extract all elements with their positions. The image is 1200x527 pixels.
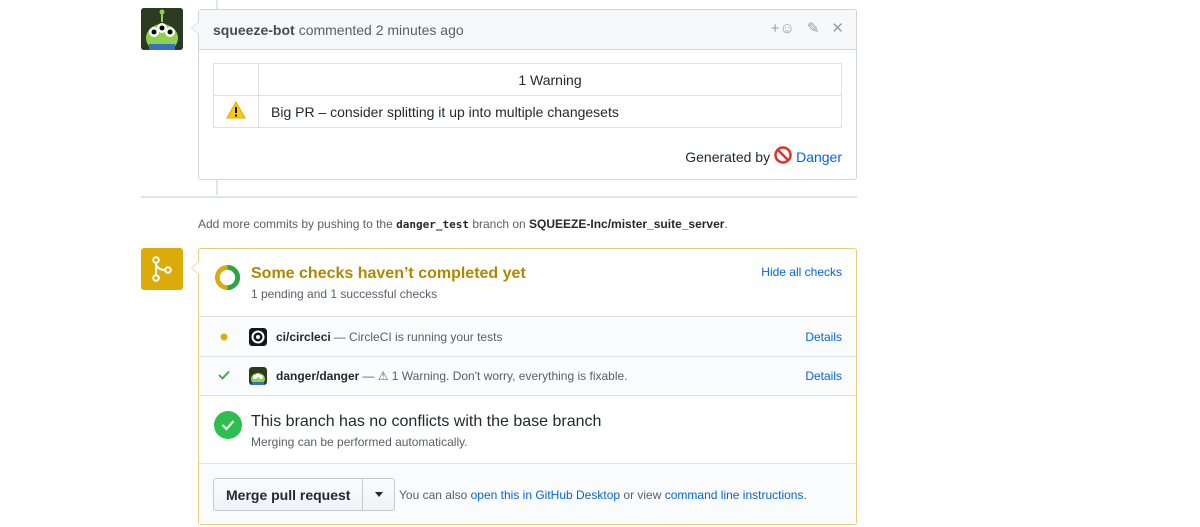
timeline-divider [141, 196, 857, 198]
check-name: ci/circleci [276, 329, 331, 344]
hide-all-checks-link[interactable]: Hide all checks [761, 265, 842, 279]
no-conflicts-section: This branch has no conflicts with the ba… [199, 396, 856, 464]
close-icon[interactable]: ✕ [831, 20, 844, 38]
check-name: danger/danger [276, 369, 360, 383]
push-note-middle: branch on [472, 217, 526, 231]
avatar[interactable] [141, 8, 183, 50]
caret-down-icon [374, 492, 383, 497]
comment-author[interactable]: squeeze-bot [213, 22, 295, 38]
push-note-suffix: . [724, 217, 728, 231]
circleci-logo-icon [249, 327, 267, 346]
checks-header: Some checks haven’t completed yet 1 pend… [199, 249, 856, 317]
merge-pull-request-button[interactable]: Merge pull request [213, 478, 364, 511]
merge-hint-middle: or view [623, 488, 662, 502]
pencil-icon[interactable]: ✎ [807, 20, 820, 38]
merge-actions: Merge pull request You can also open thi… [199, 464, 856, 524]
git-merge-icon [141, 248, 183, 290]
details-link[interactable]: Details [805, 369, 842, 383]
comment-header: squeeze-bot commented 2 minutes ago [199, 10, 856, 50]
merge-button-group: Merge pull request [213, 478, 396, 511]
checks-status-icon [214, 264, 241, 291]
timeline-line [216, 179, 218, 195]
warning-icon [213, 95, 259, 128]
generated-by-label: Generated by [685, 148, 771, 165]
comment-box: squeeze-bot commented 2 minutes ago +☺ ✎… [191, 9, 857, 180]
check-icon [199, 369, 249, 383]
danger-avatar-icon [249, 367, 267, 385]
merge-hint-suffix: . [803, 488, 807, 502]
github-desktop-link[interactable]: open this in GitHub Desktop [471, 488, 620, 502]
table-header: 1 Warning [258, 63, 842, 96]
pending-dot-icon [199, 330, 249, 344]
no-conflicts-title: This branch has no conflicts with the ba… [251, 413, 602, 430]
checks-title: Some checks haven’t completed yet [251, 265, 526, 282]
merge-method-dropdown[interactable] [363, 478, 396, 511]
table-row: Big PR – consider splitting it up into m… [213, 95, 842, 128]
repo-name[interactable]: SQUEEZE-Inc/mister_suite_server [529, 217, 724, 231]
warnings-table: 1 Warning Big PR – consider splitting it… [213, 63, 842, 128]
generated-by: Generated by Danger [685, 146, 842, 167]
no-entry-icon [774, 146, 792, 167]
merge-box: Some checks haven’t completed yet 1 pend… [191, 248, 857, 525]
warning-text: Big PR – consider splitting it up into m… [258, 95, 842, 128]
merge-hint: You can also open this in GitHub Desktop… [399, 488, 807, 502]
check-row-danger: danger/danger — ⚠ 1 Warning. Don't worry… [199, 357, 856, 396]
push-note: Add more commits by pushing to the dange… [198, 217, 728, 231]
table-header-empty [213, 63, 259, 96]
checks-subtitle: 1 pending and 1 successful checks [251, 287, 438, 301]
check-description: — CircleCI is running your tests [333, 329, 503, 344]
check-circle-icon [214, 411, 242, 439]
comment-actions: +☺ ✎ ✕ [771, 20, 844, 38]
comment-meta[interactable]: commented 2 minutes ago [299, 22, 464, 38]
danger-link[interactable]: Danger [796, 149, 842, 165]
check-description: — ⚠ 1 Warning. Don't worry, everything i… [362, 369, 628, 383]
branch-name[interactable]: danger_test [396, 218, 469, 231]
push-note-prefix: Add more commits by pushing to the [198, 217, 393, 231]
add-reaction-icon[interactable]: +☺ [771, 20, 795, 38]
no-conflicts-subtitle: Merging can be performed automatically. [251, 435, 468, 449]
details-link[interactable]: Details [805, 330, 842, 344]
check-row-circleci: ci/circleci — CircleCI is running your t… [199, 317, 856, 357]
merge-hint-prefix: You can also [399, 488, 468, 502]
command-line-instructions-link[interactable]: command line instructions [665, 488, 804, 502]
